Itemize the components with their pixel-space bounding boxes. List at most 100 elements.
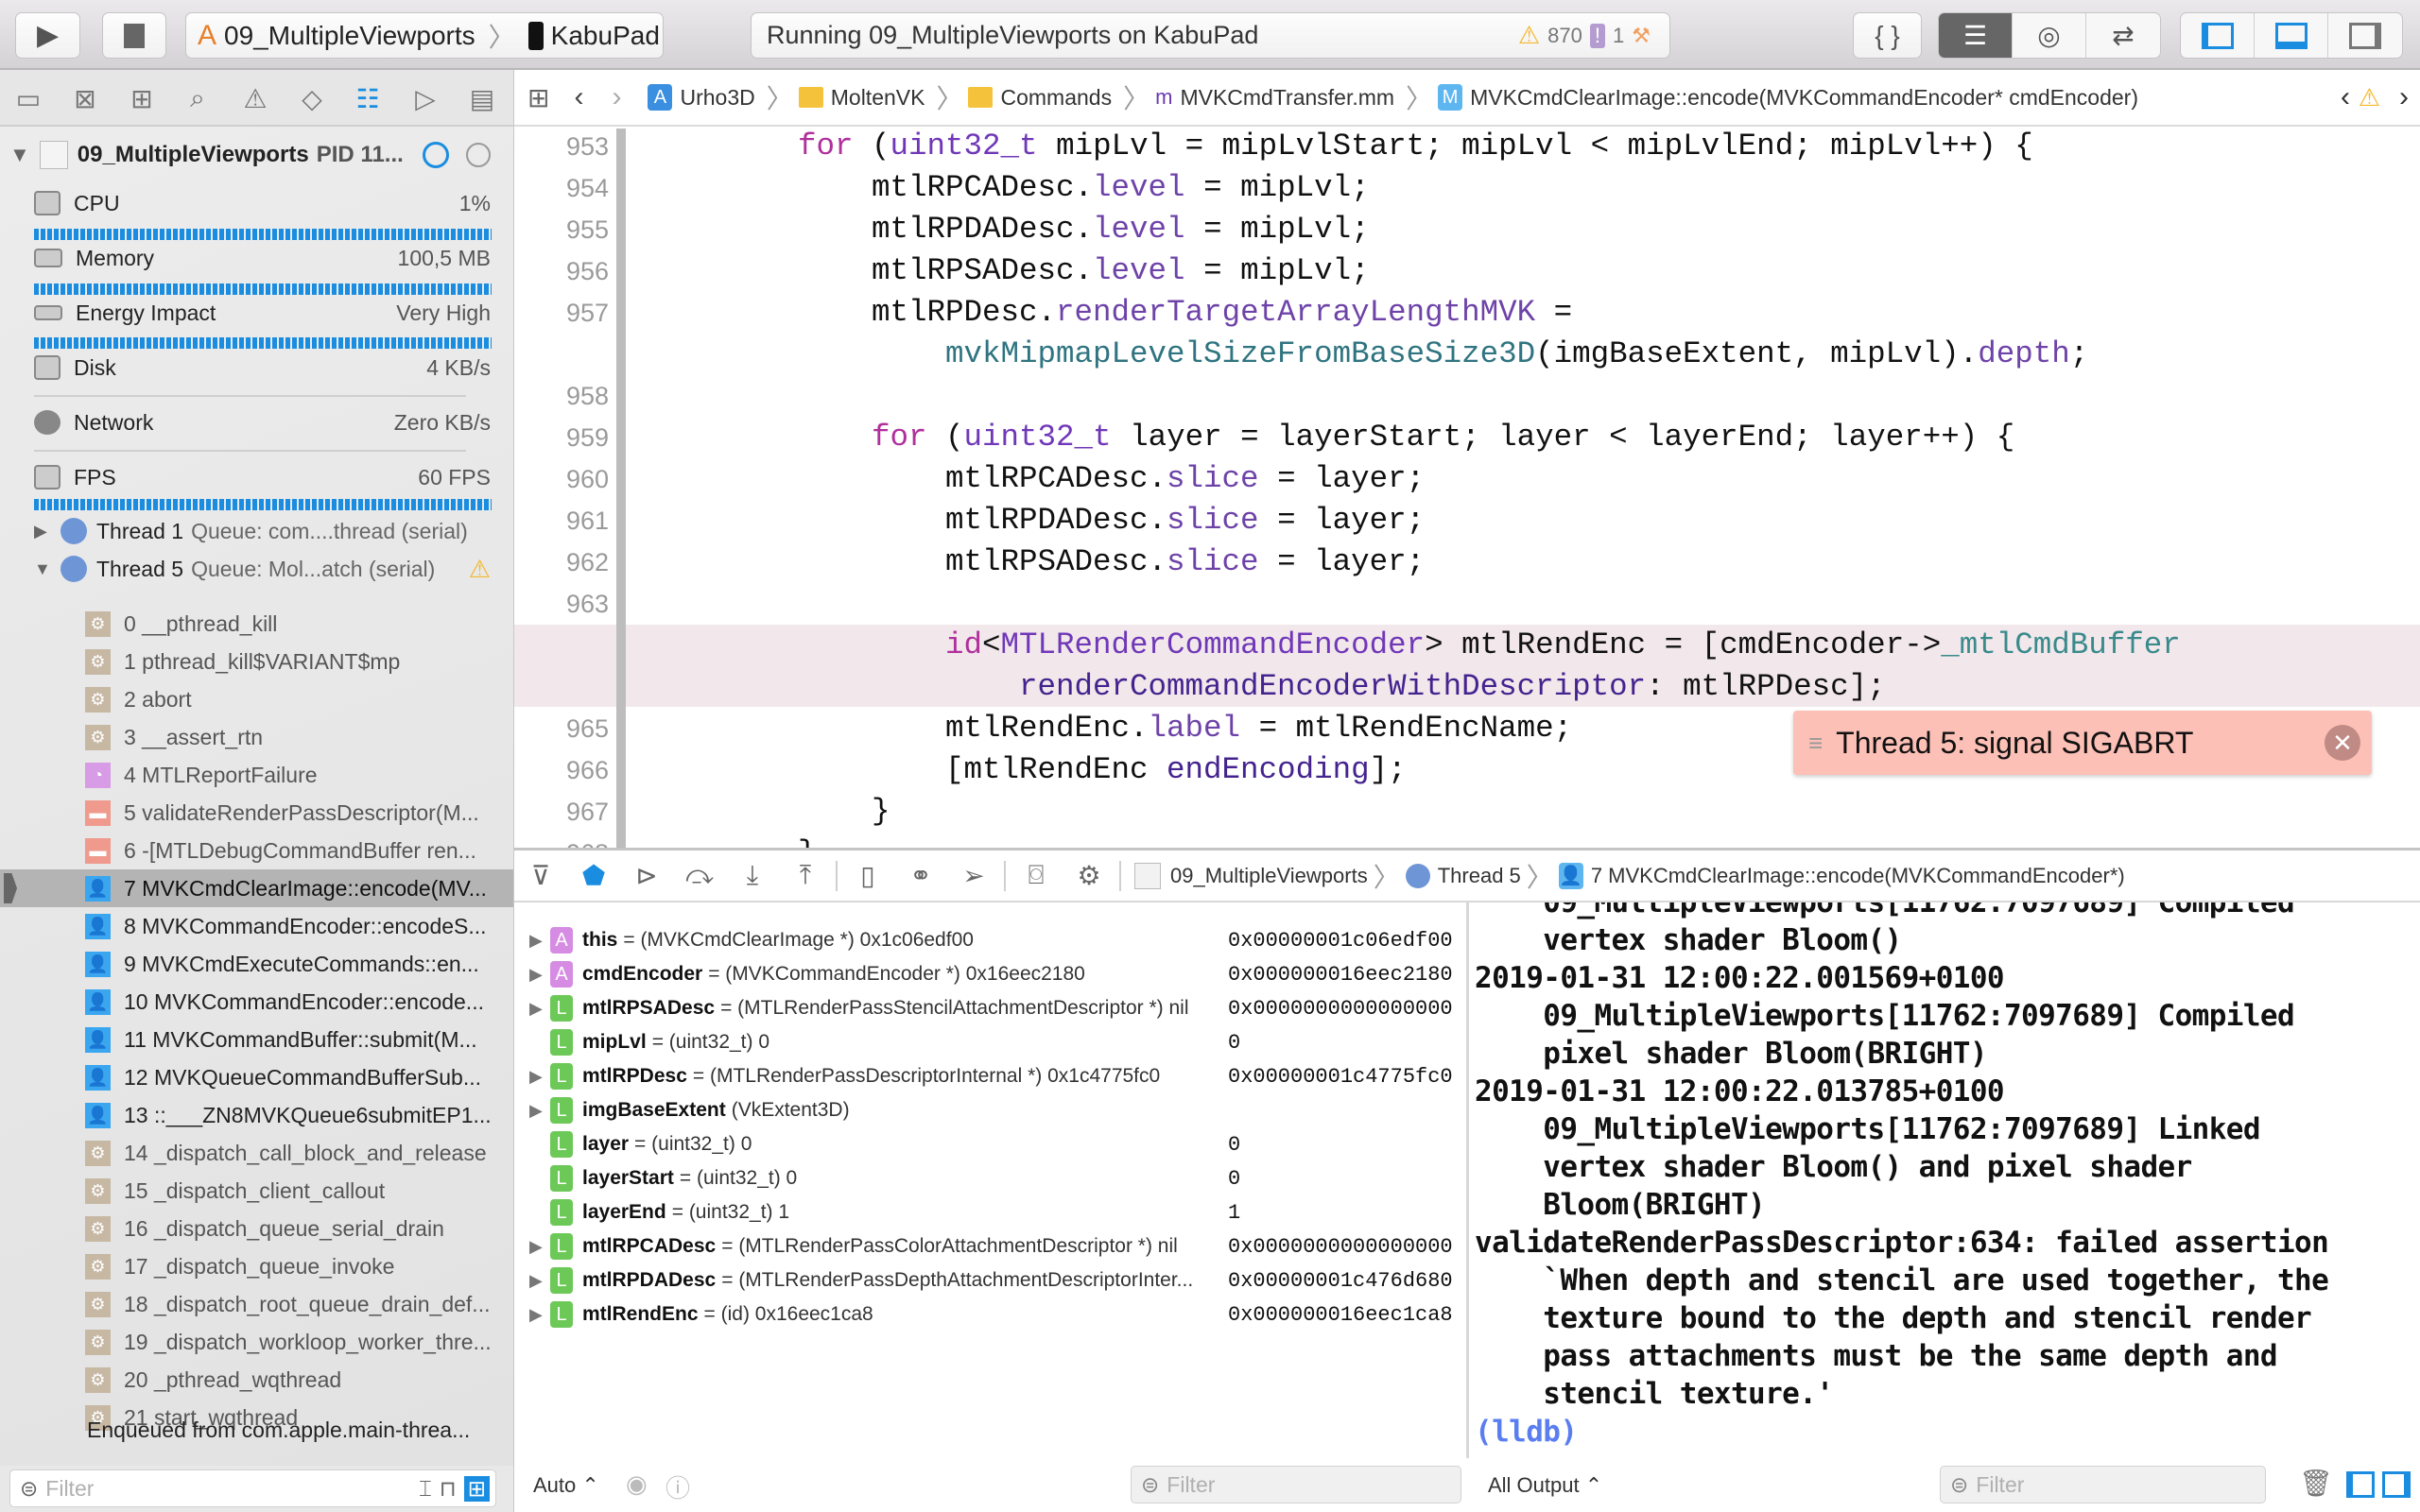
debug-thread[interactable]: Thread 5 [1438,864,1521,888]
variable-row[interactable]: Llayer = (uint32_t) 0 0 [514,1127,1466,1161]
forward-button[interactable]: › [612,81,621,113]
code-line[interactable]: mtlRPSADesc.slice = layer; [945,541,1425,583]
info-icon[interactable]: ⓘ [666,1469,690,1504]
stack-frame-row[interactable]: ⚙ 20 _pthread_wqthread [0,1361,513,1399]
code-line[interactable]: renderCommandEncoderWithDescriptor: mtlR… [1019,666,1886,708]
variable-row[interactable]: ▶ LmtlRendEnc = (id) 0x16eec1ca8 0x00000001… [514,1297,1466,1332]
source-control-icon[interactable]: ⊠ [68,81,102,115]
variable-row[interactable]: ▶ LmtlRPDesc = (MTLRenderPassDescriptorInt… [514,1059,1466,1093]
related-items-icon[interactable]: ⊞ [527,82,549,113]
code-line[interactable]: for (uint32_t layer = layerStart; layer … [872,417,2014,458]
variable-row[interactable]: ▶ LmtlRPCADesc = (MTLRenderPassColorAttach… [514,1229,1466,1263]
eye-icon[interactable]: ◉ [626,1469,648,1499]
debug-frame[interactable]: 7 MVKCmdClearImage::encode(MVKCommandEnc… [1591,864,2125,888]
runtime-issue-icon[interactable]: ! [1589,23,1606,48]
view-debugger-icon[interactable]: ▯ [841,860,894,891]
close-icon[interactable]: ✕ [2325,725,2360,761]
warning-icon[interactable]: ⚠ [469,555,491,584]
gauge-memory[interactable]: Memory 100,5 MB [34,244,491,272]
disclosure-right-icon[interactable]: ▶ [529,1271,550,1291]
code-line[interactable]: id<MTLRenderCommandEncoder> mtlRendEnc =… [945,625,2181,666]
code-line[interactable]: mtlRPSADesc.level = mipLvl; [872,250,1370,292]
breakpoints-toggle-icon[interactable]: ⬟ [567,860,620,891]
variables-scope-popup[interactable]: Auto ⌃ [533,1473,599,1498]
breadcrumb-file[interactable]: m MVKCmdTransfer.mm [1155,85,1394,111]
layout-icon[interactable]: ⌶ [419,1476,432,1502]
code-line[interactable]: mvkMipmapLevelSizeFromBaseSize3D(imgBase… [945,334,2088,375]
previous-issue-button[interactable]: ‹ [2341,81,2350,113]
simulate-location-icon[interactable]: ➢ [947,860,1000,891]
console-filter-field[interactable]: ⊜ Filter [1940,1466,2266,1503]
issue-icon[interactable]: ⚠ [238,81,272,115]
gauge-cpu[interactable]: CPU 1% [34,189,491,217]
code-line[interactable]: } [872,791,890,833]
step-into-icon[interactable]: ⤓ [726,860,779,891]
trash-icon[interactable]: 🗑 [2299,1468,2333,1499]
toggle-debug-area-button[interactable] [2255,13,2328,58]
tree-icon[interactable]: ⊞ [463,1475,490,1502]
disclosure-right-icon[interactable]: ▶ [529,1305,550,1325]
hide-debug-area-icon[interactable]: ⊽ [514,860,567,891]
camera-icon[interactable]: ⌼ [1010,860,1063,891]
gauge-energy[interactable]: Energy Impact Very High [34,299,491,327]
assistant-editor-button[interactable]: ◎ [2013,13,2086,58]
disclosure-right-icon[interactable]: ▶ [529,1067,550,1087]
thread-1-row[interactable]: ▶ Thread 1 Queue: com....thread (serial) [34,514,491,548]
stack-frame-row[interactable]: 👤 11 MVKCommandBuffer::submit(M... [0,1021,513,1058]
stack-frame-row[interactable]: 👤 8 MVKCommandEncoder::encodeS... [0,907,513,945]
stack-frame-row[interactable]: 👤 10 MVKCommandEncoder::encode... [0,983,513,1021]
stack-frame-row[interactable]: 👤 12 MVKQueueCommandBufferSub... [0,1058,513,1096]
stack-frame-row[interactable]: ⚙ 3 __assert_rtn [0,718,513,756]
variable-row[interactable]: ▶ LmtlRPDADesc = (MTLRenderPassDepthAttach… [514,1263,1466,1297]
disclosure-right-icon[interactable]: ▶ [529,1101,550,1121]
standard-editor-button[interactable]: ☰ [1939,13,2013,58]
variables-filter-field[interactable]: ⊜ Filter [1131,1466,1461,1503]
step-out-icon[interactable]: ⤒ [779,860,832,891]
test-icon[interactable]: ◇ [295,81,329,115]
console-output-popup[interactable]: All Output ⌃ [1488,1473,1602,1498]
warning-icon[interactable]: ⚠ [2359,83,2380,112]
debug-process[interactable]: 09_MultipleViewports [1170,864,1368,888]
gauge-icon[interactable] [423,142,449,168]
stack-frame-row[interactable]: ⚙ 1 pthread_kill$VARIANT$mp [0,643,513,680]
stack-frame-row[interactable]: ⚙ 19 _dispatch_workloop_worker_thre... [0,1323,513,1361]
gauge-network[interactable]: Network Zero KB/s [34,408,491,437]
disclosure-right-icon[interactable]: ▶ [529,965,550,985]
folder-icon[interactable]: ▭ [11,81,45,115]
stack-frame-row[interactable]: ⚙ 18 _dispatch_root_queue_drain_def... [0,1285,513,1323]
stack-frame-row[interactable]: ⚙ 2 abort [0,680,513,718]
stop-button[interactable] [102,12,166,59]
navigator-filter-field[interactable]: ⊜ Filter ⌶ ⊓ ⊞ [9,1469,496,1507]
library-button[interactable]: { } [1853,12,1922,59]
variable-row[interactable]: ▶ LmtlRPSADesc = (MTLRenderPassStencilAtta… [514,991,1466,1025]
code-line[interactable]: mtlRendEnc.label = mtlRendEncName; [945,708,1572,749]
code-line[interactable]: mtlRPCADesc.slice = layer; [945,458,1425,500]
step-over-icon[interactable]: ⤼ [673,860,726,891]
report-icon[interactable]: ▤ [465,81,499,115]
code-line[interactable]: } [798,833,817,848]
error-annotation[interactable]: ≡ Thread 5: signal SIGABRT ✕ [1793,711,2372,775]
stack-frame-row[interactable]: ⚙ 15 _dispatch_client_callout [0,1172,513,1210]
code-line[interactable]: for (uint32_t mipLvl = mipLvlStart; mipL… [798,129,2033,167]
variable-row[interactable]: ▶ Athis = (MVKCmdClearImage *) 0x1c06edf00… [514,923,1466,957]
variable-row[interactable]: ▶ AcmdEncoder = (MVKCommandEncoder *) 0x16… [514,957,1466,991]
gauge-fps[interactable]: FPS 60 FPS [34,463,491,491]
gutter-scrollbar[interactable] [616,129,626,848]
toggle-navigator-button[interactable] [2181,13,2255,58]
disclosure-right-icon[interactable]: ▶ [529,1237,550,1257]
scheme-selector[interactable]: A 09_MultipleViewports 〉 KabuPad [185,12,664,59]
back-button[interactable]: ‹ [574,81,583,113]
stack-frame-row[interactable]: ▬ 5 validateRenderPassDescriptor(M... [0,794,513,832]
breadcrumb-folder[interactable]: MoltenVK [798,85,925,111]
code-line[interactable]: mtlRPDesc.renderTargetArrayLengthMVK = [872,292,1572,334]
gauge-disk[interactable]: Disk 4 KB/s [34,353,491,382]
variable-row[interactable]: ▶ LimgBaseExtent (VkExtent3D) [514,1093,1466,1127]
code-line[interactable]: mtlRPDADesc.slice = layer; [945,500,1425,541]
stack-frame-row[interactable]: ⚙ 16 _dispatch_queue_serial_drain [0,1210,513,1247]
issue-count[interactable]: 1 [1613,24,1624,48]
thread-view-icon[interactable] [466,143,491,167]
code-line[interactable]: [mtlRendEnc endEncoding]; [945,749,1407,791]
stack-frame-row[interactable]: 👤 9 MVKCmdExecuteCommands::en... [0,945,513,983]
run-button[interactable]: ▶ [15,12,80,59]
device-name[interactable]: KabuPad [551,21,660,51]
